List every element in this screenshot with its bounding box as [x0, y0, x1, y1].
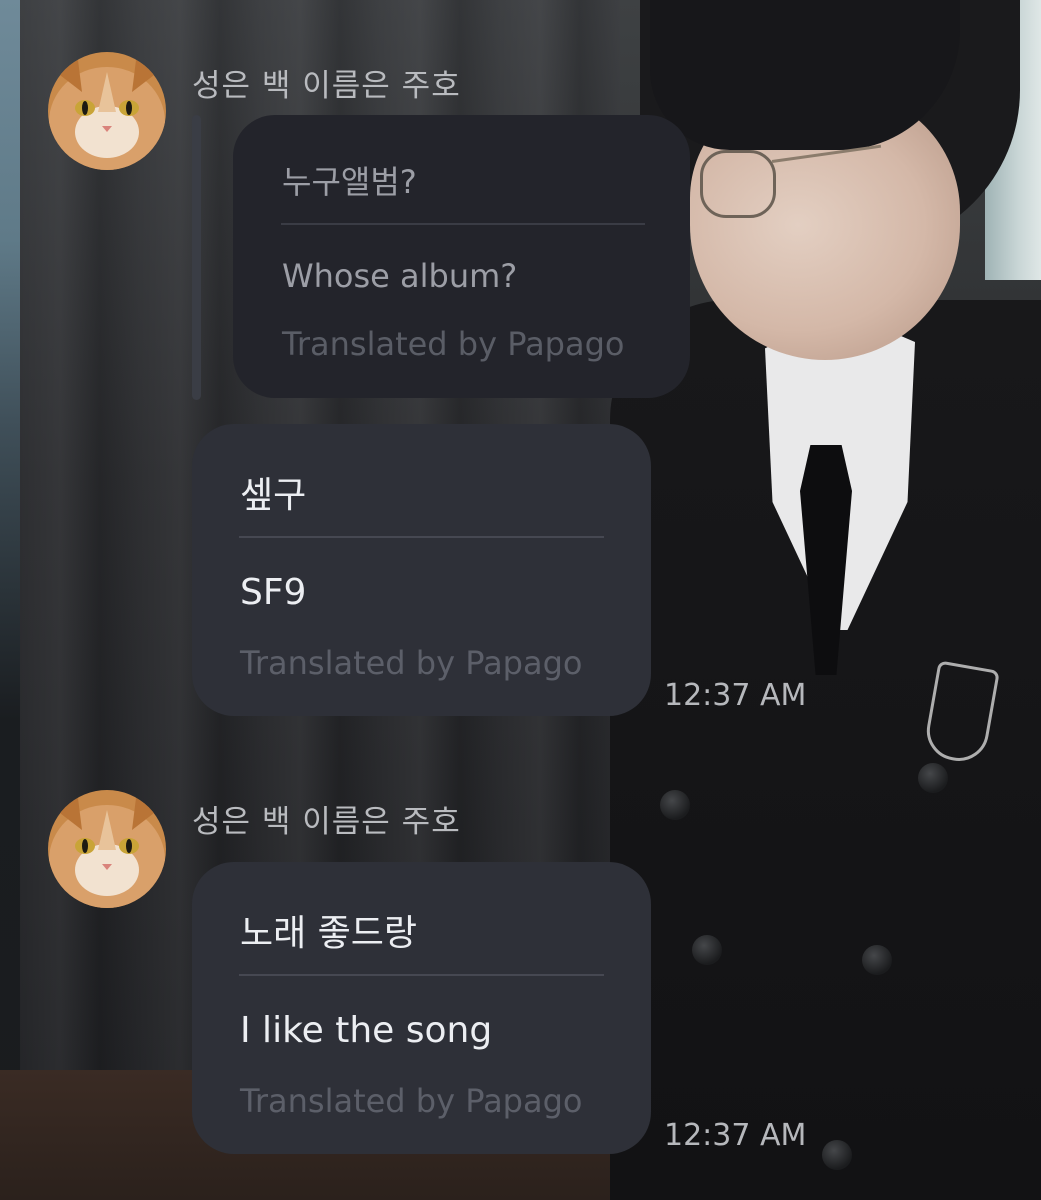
chat-thread: 성은 백 이름은 주호 누구앨범? Whose album? Translate… — [0, 0, 1041, 1200]
message-timestamp: 12:37 AM — [664, 678, 807, 713]
message-original-text: 셒구 — [240, 475, 307, 516]
message-bubble[interactable]: 노래 좋드랑 I like the song Translated by Pap… — [192, 862, 651, 1154]
bubble-divider — [239, 974, 604, 976]
sender-name: 성은 백 이름은 주호 — [192, 804, 461, 840]
orange-cat-avatar-icon[interactable] — [48, 52, 166, 170]
translation-credit: Translated by Papago — [282, 325, 625, 363]
quoted-translation-text: Whose album? — [282, 257, 518, 295]
bubble-divider — [281, 223, 645, 225]
bubble-divider — [239, 536, 604, 538]
orange-cat-avatar-icon[interactable] — [48, 790, 166, 908]
message-original-text: 노래 좋드랑 — [240, 913, 418, 954]
quoted-original-text: 누구앨범? — [282, 163, 417, 201]
translation-credit: Translated by Papago — [240, 1082, 583, 1120]
message-timestamp: 12:37 AM — [664, 1118, 807, 1153]
quoted-message-bubble[interactable]: 누구앨범? Whose album? Translated by Papago — [233, 115, 690, 398]
message-translation-text: SF9 — [240, 572, 307, 613]
message-bubble[interactable]: 셒구 SF9 Translated by Papago — [192, 424, 651, 716]
reply-indicator-bar — [192, 115, 201, 400]
message-translation-text: I like the song — [240, 1010, 493, 1051]
sender-name: 성은 백 이름은 주호 — [192, 68, 461, 104]
translation-credit: Translated by Papago — [240, 644, 583, 682]
